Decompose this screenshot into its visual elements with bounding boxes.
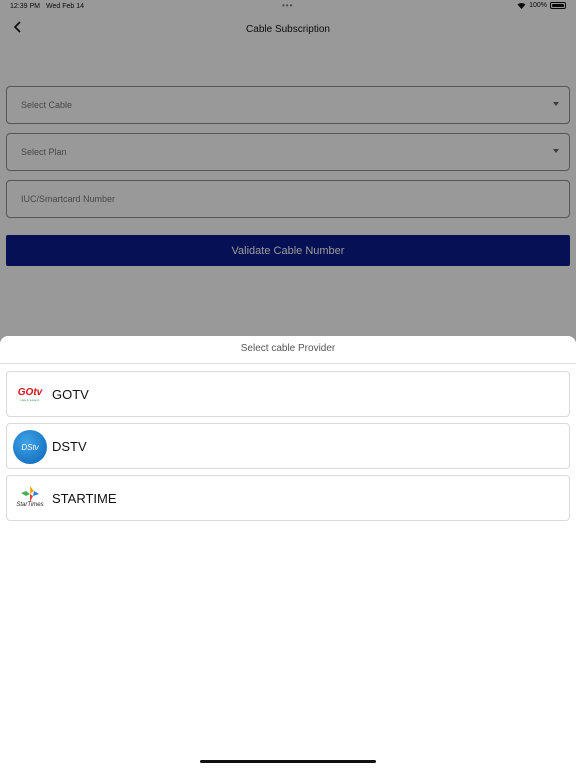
provider-label: DSTV (52, 439, 87, 454)
provider-item-dstv[interactable]: DStv DSTV (6, 423, 570, 469)
startime-logo: StarTimes (13, 482, 47, 516)
provider-label: GOTV (52, 387, 89, 402)
provider-item-startime[interactable]: StarTimes STARTIME (6, 475, 570, 521)
gotv-logo: GOtv Live it. Love it. (13, 378, 47, 412)
provider-label: STARTIME (52, 491, 117, 506)
dstv-logo: DStv (13, 430, 47, 464)
sheet-title: Select cable Provider (240, 343, 336, 354)
provider-bottom-sheet: Select cable Provider GOtv Live it. Love… (0, 336, 576, 768)
provider-item-gotv[interactable]: GOtv Live it. Love it. GOTV (6, 371, 570, 417)
home-indicator[interactable] (200, 760, 376, 763)
sheet-divider (0, 363, 576, 364)
